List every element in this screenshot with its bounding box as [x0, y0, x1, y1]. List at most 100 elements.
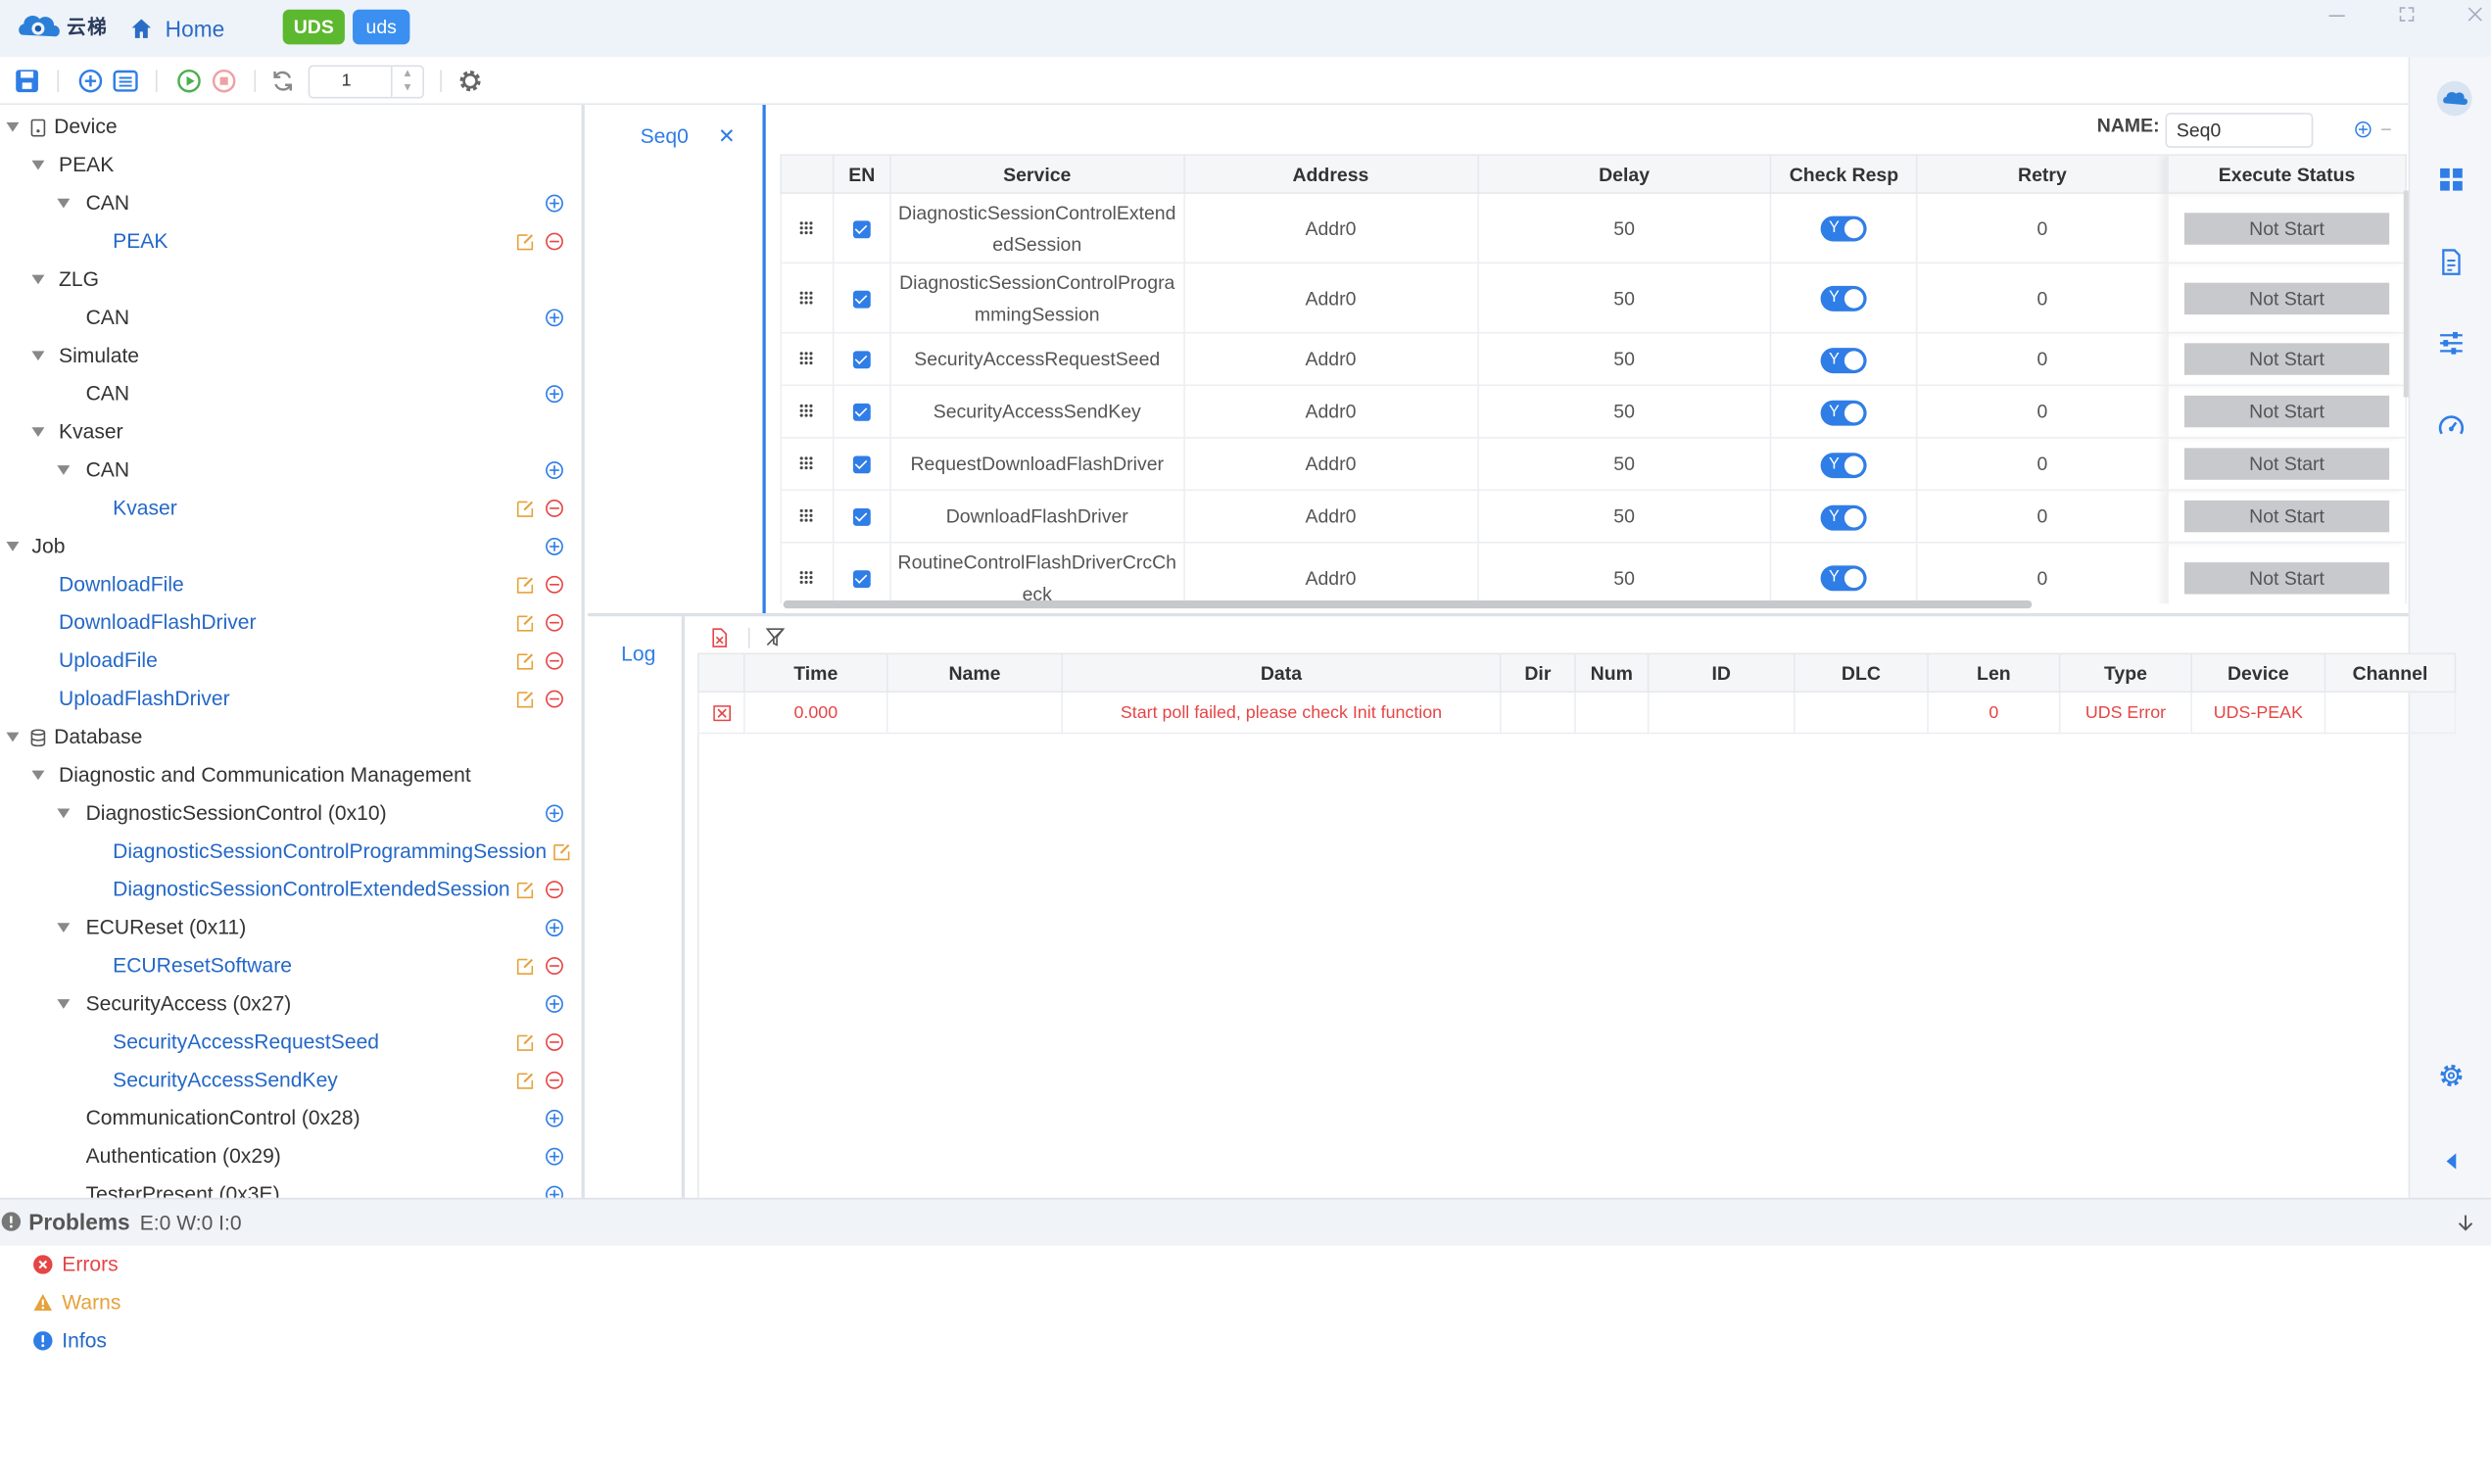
gauge-icon[interactable] [2437, 411, 2466, 440]
delay-cell[interactable]: 50 [1476, 331, 1772, 387]
sequence-row[interactable]: SecurityAccessRequestSeed Addr0 50 Y 0 Not St… [780, 331, 2408, 387]
tree-node-zlg[interactable]: ZLG [0, 261, 582, 299]
problems-bar[interactable]: Problems E:0 W:0 I:0 [0, 1197, 2491, 1246]
clear-log-icon[interactable] [710, 628, 729, 648]
delay-cell[interactable]: 50 [1476, 436, 1772, 492]
delay-cell[interactable]: 50 [1476, 192, 1772, 264]
sequence-row[interactable]: RequestDownloadFlashDriver Addr0 50 Y 0 Not S… [780, 436, 2408, 492]
tree-node-zlg-can[interactable]: CAN [0, 299, 582, 337]
play-icon[interactable] [176, 69, 202, 94]
log-column-header[interactable]: Time [743, 652, 888, 694]
edit-icon[interactable] [516, 651, 535, 670]
sequence-row[interactable]: DiagnosticSessionControlExtendedSession A… [780, 192, 2408, 264]
drag-handle-icon[interactable] [780, 436, 835, 492]
add-circle-icon[interactable] [545, 194, 563, 213]
tree-node-dsc-prog[interactable]: DiagnosticSessionControlProgrammingSessi… [0, 833, 582, 871]
tree-node-peak-can[interactable]: CAN [0, 184, 582, 222]
settings-icon[interactable] [2437, 1061, 2466, 1089]
settings-gear-icon[interactable] [457, 69, 483, 94]
sequence-row[interactable]: SecurityAccessSendKey Addr0 50 Y 0 Not Start [780, 384, 2408, 439]
tree-node-job-item[interactable]: DownloadFlashDriver [0, 603, 582, 642]
minimize-icon[interactable] [2325, 3, 2348, 25]
tree-node-kvaser-device[interactable]: Kvaser [0, 490, 582, 528]
column-header[interactable]: Delay [1476, 154, 1772, 194]
remove-circle-icon[interactable] [545, 575, 563, 594]
problems-infos[interactable]: Infos [33, 1328, 107, 1352]
retry-cell[interactable]: 0 [1916, 436, 2169, 492]
remove-circle-icon[interactable] [545, 690, 563, 708]
tab-seq0[interactable]: Seq0 [641, 124, 689, 148]
tree-node-kvaser-can[interactable]: CAN [0, 452, 582, 490]
add-circle-icon[interactable] [545, 1147, 563, 1166]
sequence-row[interactable]: DiagnosticSessionControlProgrammingSessi… [780, 262, 2408, 334]
tree-node-security[interactable]: SecurityAccess (0x27) [0, 985, 582, 1024]
drag-handle-icon[interactable] [780, 331, 835, 387]
edit-icon[interactable] [552, 842, 571, 861]
maximize-icon[interactable] [2396, 3, 2419, 25]
log-row[interactable]: 0.000 Start poll failed, please check In… [696, 691, 2457, 735]
edit-icon[interactable] [516, 880, 535, 899]
tree-node-simulate-can[interactable]: CAN [0, 375, 582, 413]
drag-handle-icon[interactable] [780, 192, 835, 264]
address-cell[interactable]: Addr0 [1182, 384, 1479, 439]
column-header[interactable]: EN [832, 154, 891, 194]
tree-node-simulate[interactable]: Simulate [0, 337, 582, 375]
tree-node-ecu-reset-sw[interactable]: ECUResetSoftware [0, 947, 582, 985]
retry-cell[interactable]: 0 [1916, 542, 2169, 604]
remove-circle-icon[interactable] [545, 232, 563, 251]
address-cell[interactable]: Addr0 [1182, 436, 1479, 492]
collapse-left-icon[interactable] [2437, 1147, 2466, 1175]
tree-node-dsc[interactable]: DiagnosticSessionControl (0x10) [0, 794, 582, 833]
log-column-header[interactable]: Name [886, 652, 1063, 694]
close-tab-icon[interactable]: ✕ [718, 124, 736, 150]
close-window-icon[interactable] [2464, 3, 2486, 25]
add-circle-icon[interactable] [77, 69, 103, 94]
tree-node-kvaser[interactable]: Kvaser [0, 413, 582, 452]
check-resp-toggle[interactable]: Y [1770, 192, 1918, 264]
tree-node-auth[interactable]: Authentication (0x29) [0, 1137, 582, 1175]
sliders-icon[interactable] [2437, 329, 2466, 358]
add-circle-icon[interactable] [545, 1109, 563, 1127]
avatar[interactable] [2436, 80, 2472, 117]
add-circle-icon[interactable] [545, 460, 563, 479]
tree-node-job[interactable]: Job [0, 527, 582, 565]
drag-handle-icon[interactable] [780, 542, 835, 604]
remove-circle-icon[interactable] [545, 613, 563, 632]
edit-icon[interactable] [516, 1071, 535, 1089]
add-circle-icon[interactable] [2355, 120, 2372, 138]
remove-circle-icon[interactable] [545, 1071, 563, 1089]
horizontal-scrollbar[interactable] [783, 600, 2033, 609]
log-column-header[interactable]: ID [1647, 652, 1796, 694]
check-resp-toggle[interactable]: Y [1770, 542, 1918, 604]
tree-node-dsc-ext[interactable]: DiagnosticSessionControlExtendedSession [0, 871, 582, 909]
retry-cell[interactable]: 0 [1916, 331, 2169, 387]
tab-log[interactable]: Log [621, 642, 655, 665]
drag-handle-icon[interactable] [780, 384, 835, 439]
remove-icon[interactable] [2378, 120, 2394, 138]
log-column-header[interactable]: Type [2058, 652, 2193, 694]
remove-circle-icon[interactable] [545, 1032, 563, 1051]
retry-cell[interactable]: 0 [1916, 384, 2169, 439]
cycle-count-input[interactable]: 1 ▲ ▼ [308, 65, 425, 99]
delay-cell[interactable]: 50 [1476, 384, 1772, 439]
list-icon[interactable] [113, 69, 138, 94]
tree-node-diag-mgmt[interactable]: Diagnostic and Communication Management [0, 756, 582, 794]
tree-node-peak[interactable]: PEAK [0, 146, 582, 184]
edit-icon[interactable] [516, 1032, 535, 1051]
check-resp-toggle[interactable]: Y [1770, 262, 1918, 334]
address-cell[interactable]: Addr0 [1182, 542, 1479, 604]
enable-checkbox[interactable] [832, 436, 891, 492]
tree-node-ecu-reset[interactable]: ECUReset (0x11) [0, 909, 582, 947]
tree-node-peak-device[interactable]: PEAK [0, 222, 582, 261]
edit-icon[interactable] [516, 613, 535, 632]
address-cell[interactable]: Addr0 [1182, 489, 1479, 544]
enable-checkbox[interactable] [832, 489, 891, 544]
log-column-header[interactable]: Len [1927, 652, 2061, 694]
edit-icon[interactable] [516, 499, 535, 517]
enable-checkbox[interactable] [832, 542, 891, 604]
add-circle-icon[interactable] [545, 918, 563, 937]
home-link[interactable]: Home [130, 13, 224, 44]
column-header[interactable]: Service [889, 154, 1185, 194]
problems-warns[interactable]: Warns [33, 1290, 120, 1314]
address-cell[interactable]: Addr0 [1182, 331, 1479, 387]
